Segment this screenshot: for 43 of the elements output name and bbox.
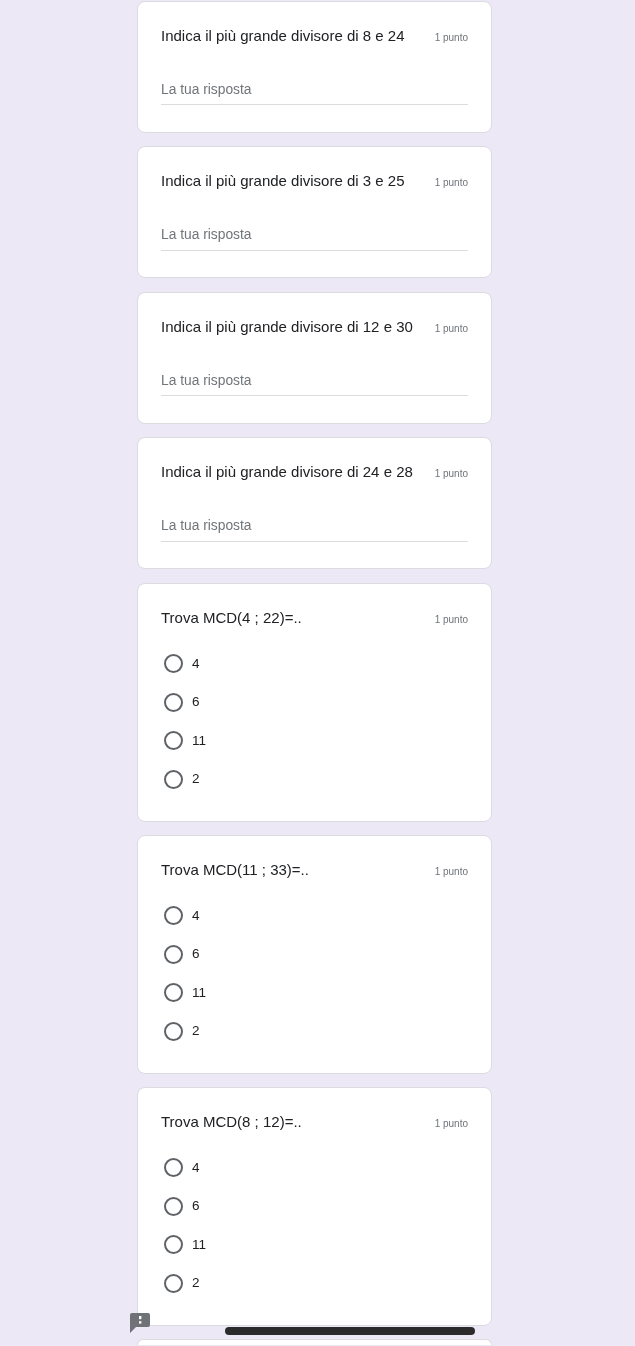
feedback-bubble-icon[interactable] <box>130 1313 150 1333</box>
answer-field[interactable]: La tua risposta <box>161 515 468 542</box>
radio-button[interactable] <box>164 1196 183 1216</box>
option-label[interactable]: 2 <box>192 1021 200 1042</box>
radio-button[interactable] <box>164 944 183 964</box>
answer-field[interactable]: La tua risposta <box>161 224 468 251</box>
option-label[interactable]: 4 <box>192 653 200 674</box>
radio-button[interactable] <box>164 654 183 674</box>
question-title: Indica il più grande divisore di 12 e 30 <box>161 316 413 337</box>
option-label[interactable]: 4 <box>192 905 200 926</box>
radio-button[interactable] <box>164 1021 183 1041</box>
points-label: 1 punto <box>434 612 468 627</box>
option-label[interactable]: 2 <box>192 769 200 790</box>
radio-button[interactable] <box>164 1273 183 1293</box>
points-label: 1 punto <box>434 321 468 336</box>
radio-button[interactable] <box>164 1158 183 1178</box>
question-title: Trova MCD(4 ; 22)=.. <box>161 607 302 628</box>
radio-button[interactable] <box>164 1235 183 1255</box>
radio-button[interactable] <box>164 906 183 926</box>
option-label[interactable]: 11 <box>192 982 206 1003</box>
answer-field[interactable]: La tua risposta <box>161 78 468 106</box>
option-label[interactable]: 11 <box>192 1234 206 1255</box>
radio-button[interactable] <box>164 731 183 751</box>
radio-button[interactable] <box>164 769 183 789</box>
question-title: Indica il più grande divisore di 3 e 25 <box>161 171 405 191</box>
points-label: 1 punto <box>434 1116 468 1131</box>
radio-button[interactable] <box>164 692 183 712</box>
points-label: 1 punto <box>434 30 468 45</box>
option-label[interactable]: 4 <box>192 1157 200 1178</box>
points-label: 1 punto <box>434 467 468 481</box>
option-label[interactable]: 2 <box>192 1273 200 1294</box>
question-title: Indica il più grande divisore di 24 e 28 <box>161 462 413 482</box>
question-title: Trova MCD(11 ; 33)=.. <box>161 859 309 880</box>
option-label[interactable]: 11 <box>192 730 206 751</box>
points-label: 1 punto <box>434 864 468 879</box>
option-label[interactable]: 6 <box>192 944 200 965</box>
question-title: Indica il più grande divisore di 8 e 24 <box>161 25 405 46</box>
option-label[interactable]: 6 <box>192 692 200 713</box>
option-label[interactable]: 6 <box>192 1196 200 1217</box>
radio-button[interactable] <box>164 983 183 1003</box>
question-title: Trova MCD(8 ; 12)=.. <box>161 1111 302 1132</box>
answer-field[interactable]: La tua risposta <box>161 369 468 397</box>
points-label: 1 punto <box>434 176 468 190</box>
